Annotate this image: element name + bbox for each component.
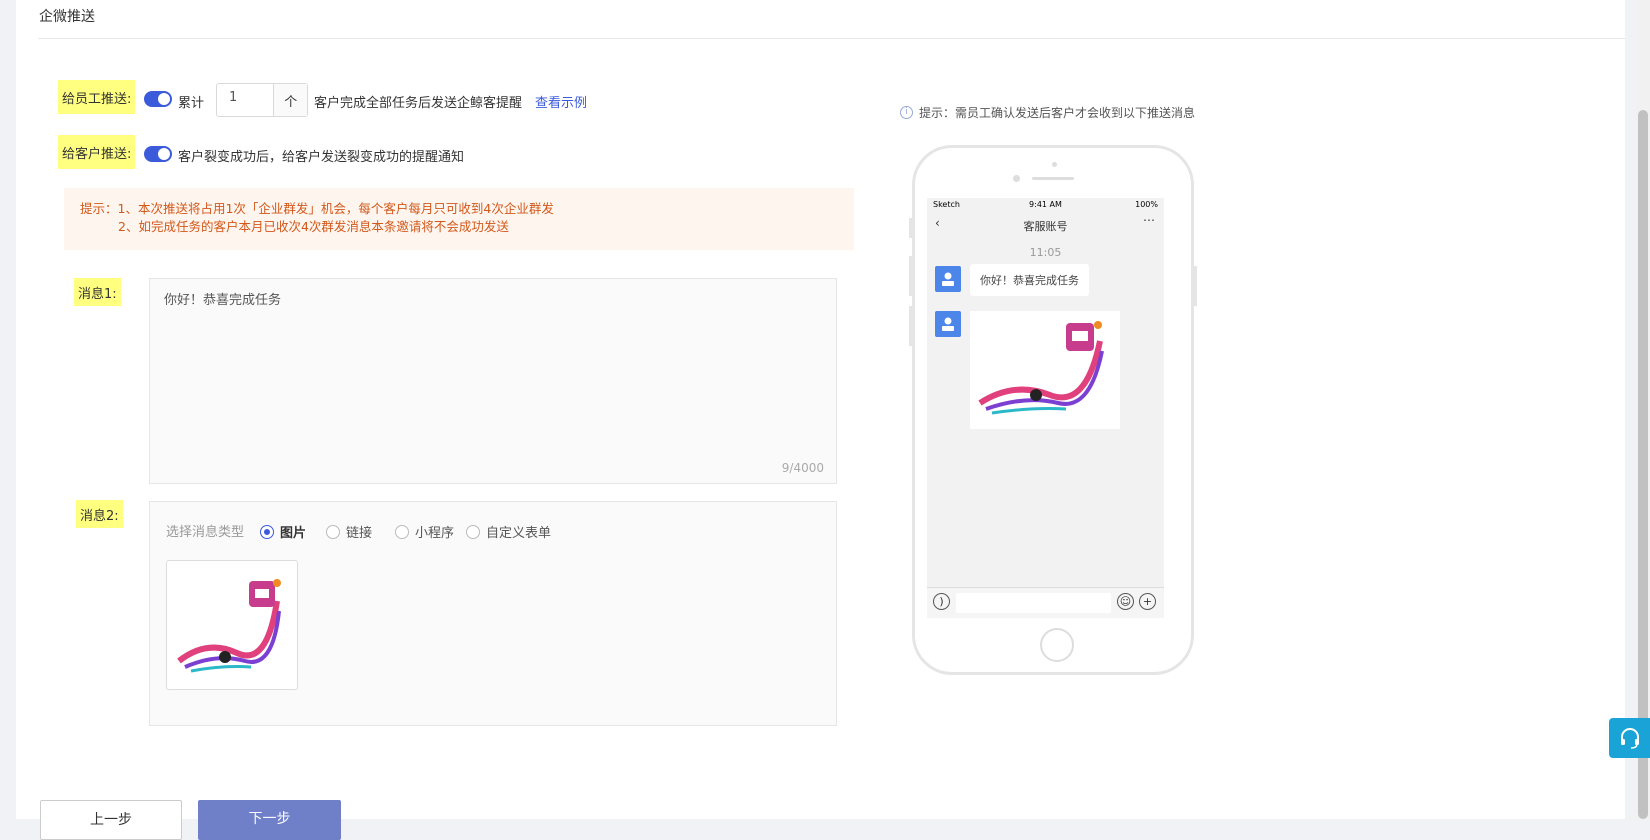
staff-push-prefix: 累计 xyxy=(178,96,205,111)
message2-label: 消息2: xyxy=(76,500,123,528)
count-stepper[interactable]: 1 个 xyxy=(216,83,308,117)
voice-icon[interactable]: ) xyxy=(933,593,950,610)
info-icon: i xyxy=(900,106,913,119)
message1-label: 消息1: xyxy=(74,278,121,306)
message1-textarea[interactable]: 你好！恭喜完成任务 9/4000 xyxy=(149,278,837,484)
radio-miniprogram[interactable]: 小程序 xyxy=(395,522,454,541)
status-bar: Sketch 9:41 AM 100% xyxy=(927,198,1164,212)
radio-link[interactable]: 链接 xyxy=(326,522,372,541)
message2-panel: 选择消息类型 图片 链接 小程序 自定义表单 xyxy=(149,501,837,726)
customer-service-button[interactable] xyxy=(1609,718,1650,758)
preview-tip: i 提示：需员工确认发送后客户才会收到以下推送消息 xyxy=(900,104,1195,121)
phone-speaker xyxy=(1032,177,1074,180)
message1-counter: 9/4000 xyxy=(781,461,824,475)
message1-content: 你好！恭喜完成任务 xyxy=(164,293,282,308)
phone-preview: Sketch 9:41 AM 100% ‹ 客服账号 ⋯ 11:05 你好！恭喜… xyxy=(909,145,1197,675)
count-input[interactable]: 1 xyxy=(217,84,273,116)
avatar-icon xyxy=(935,266,961,292)
customer-push-label: 给客户推送: xyxy=(58,135,136,169)
phone-screen: Sketch 9:41 AM 100% ‹ 客服账号 ⋯ 11:05 你好！恭喜… xyxy=(927,198,1164,618)
page-scrollbar[interactable] xyxy=(1636,0,1650,819)
tip-box: 提示：1、本次推送将占用1次「企业群发」机会，每个客户每月只可收到4次企业群发 … xyxy=(64,188,854,250)
page-title: 企微推送 xyxy=(39,9,95,25)
staff-push-suffix: 客户完成全部任务后发送企鲸客提醒 xyxy=(314,96,523,111)
radio-image[interactable]: 图片 xyxy=(260,522,306,541)
next-step-button[interactable]: 下一步 xyxy=(198,800,341,840)
avatar-icon xyxy=(935,311,961,337)
main-panel: 企微推送 给员工推送: 累计 1 个 客户完成全部任务后发送企鲸客提醒 查看示例… xyxy=(16,0,1625,840)
phone-camera xyxy=(1013,175,1020,182)
view-example-link[interactable]: 查看示例 xyxy=(535,92,587,111)
chat-time: 11:05 xyxy=(1029,246,1062,259)
more-icon[interactable]: ⋯ xyxy=(1143,213,1156,227)
status-time: 9:41 AM xyxy=(1029,200,1062,209)
tip-line-2: 2、如完成任务的客户本月已收次4次群发消息本条邀请将不会成功发送 xyxy=(118,219,509,234)
plus-icon[interactable]: + xyxy=(1139,593,1156,610)
phone-side-button xyxy=(909,218,913,238)
radio-custom-form[interactable]: 自定义表单 xyxy=(466,522,551,541)
staff-push-label: 给员工推送: xyxy=(58,80,136,114)
chat-title: 客服账号 xyxy=(1023,220,1068,233)
message-image-thumbnail[interactable] xyxy=(166,560,298,690)
phone-side-button xyxy=(909,306,913,346)
count-unit: 个 xyxy=(273,84,307,116)
phone-side-button xyxy=(1193,266,1197,306)
chat-input[interactable] xyxy=(956,593,1111,613)
phone-home-button xyxy=(1040,628,1074,662)
headset-icon xyxy=(1620,728,1639,749)
header-divider xyxy=(38,38,1625,39)
emoji-icon[interactable]: ☺ xyxy=(1117,593,1134,610)
tip-line-1: 提示：1、本次推送将占用1次「企业群发」机会，每个客户每月只可收到4次企业群发 xyxy=(80,201,554,216)
staff-push-toggle[interactable] xyxy=(144,91,172,107)
chat-image-bubble xyxy=(970,311,1120,429)
phone-side-button xyxy=(909,256,913,296)
customer-push-text: 客户裂变成功后，给客户发送裂变成功的提醒通知 xyxy=(178,150,465,165)
preview-tip-text: 提示：需员工确认发送后客户才会收到以下推送消息 xyxy=(919,106,1196,120)
customer-push-toggle[interactable] xyxy=(144,146,172,162)
status-battery: 100% xyxy=(1135,200,1158,209)
prev-step-button[interactable]: 上一步 xyxy=(40,800,182,840)
message-type-label: 选择消息类型 xyxy=(166,525,245,540)
chat-bubble: 你好！恭喜完成任务 xyxy=(970,264,1089,296)
chat-input-bar: ) ☺ + xyxy=(927,587,1164,618)
phone-sensor xyxy=(1052,162,1057,167)
chat-navbar: ‹ 客服账号 ⋯ xyxy=(927,212,1164,238)
scrollbar-thumb[interactable] xyxy=(1638,110,1648,819)
